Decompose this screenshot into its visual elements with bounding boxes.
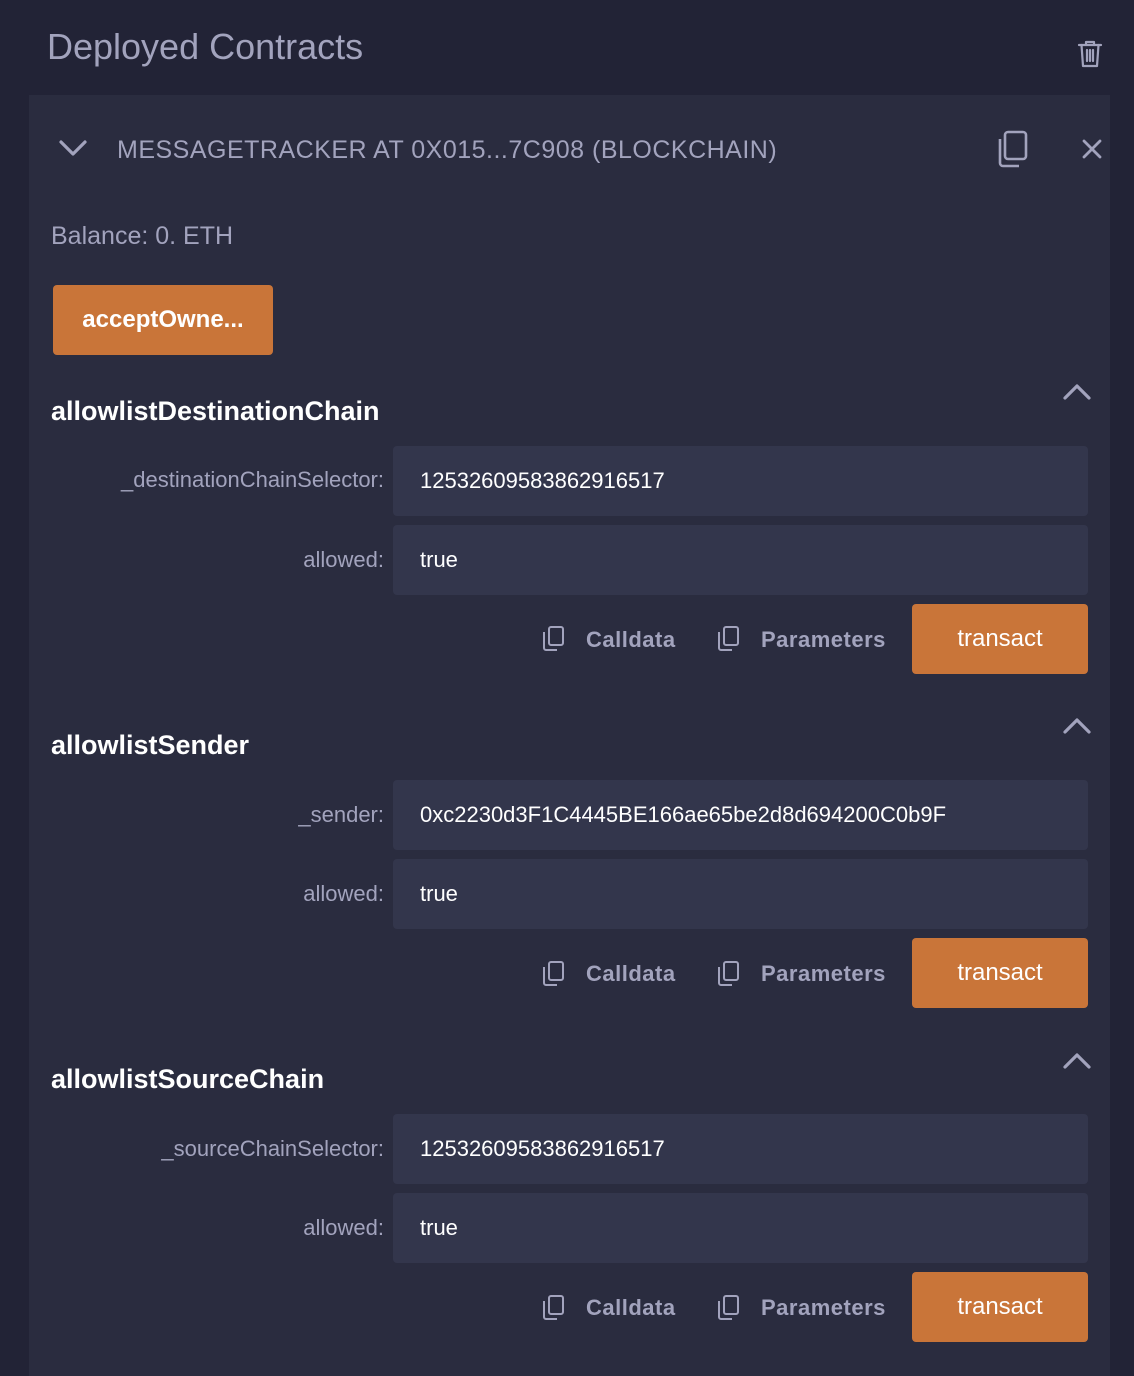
source-chain-selector-input[interactable]: 12532609583862916517 bbox=[393, 1114, 1088, 1184]
allowed-input[interactable]: true bbox=[393, 525, 1088, 595]
param-label: allowed: bbox=[303, 547, 384, 572]
close-icon[interactable] bbox=[1080, 137, 1104, 161]
contract-title[interactable]: MESSAGETRACKER AT 0X015...7C908 (BLOCKCH… bbox=[117, 134, 777, 166]
copy-address-icon[interactable] bbox=[994, 129, 1030, 169]
section-title: Deployed Contracts bbox=[47, 26, 364, 67]
calldata-button[interactable]: Calldata bbox=[586, 1294, 676, 1322]
param-label: _sourceChainSelector: bbox=[161, 1136, 384, 1161]
parameters-button[interactable]: Parameters bbox=[761, 1294, 886, 1322]
copy-calldata-icon[interactable] bbox=[540, 1294, 566, 1322]
transact-button[interactable]: transact bbox=[912, 938, 1088, 1008]
transact-button[interactable]: transact bbox=[912, 604, 1088, 674]
chevron-up-icon[interactable] bbox=[1060, 1049, 1094, 1073]
allowed-input[interactable]: true bbox=[393, 859, 1088, 929]
param-label: allowed: bbox=[303, 881, 384, 906]
chevron-up-icon[interactable] bbox=[1060, 380, 1094, 404]
destination-chain-selector-input[interactable]: 12532609583862916517 bbox=[393, 446, 1088, 516]
trash-icon[interactable] bbox=[1074, 38, 1106, 70]
function-title-allowlist-destination-chain: allowlistDestinationChain bbox=[51, 396, 380, 426]
param-label: allowed: bbox=[303, 1215, 384, 1240]
deployed-contracts-page: Deployed Contracts MESSAGETRACKER AT 0X0… bbox=[0, 0, 1134, 1376]
accept-ownership-button[interactable]: acceptOwne... bbox=[53, 285, 273, 355]
copy-calldata-icon[interactable] bbox=[540, 960, 566, 988]
copy-parameters-icon[interactable] bbox=[715, 625, 741, 653]
chevron-up-icon[interactable] bbox=[1060, 714, 1094, 738]
function-title-allowlist-sender: allowlistSender bbox=[51, 730, 250, 760]
parameters-button[interactable]: Parameters bbox=[761, 960, 886, 988]
copy-calldata-icon[interactable] bbox=[540, 625, 566, 653]
parameters-button[interactable]: Parameters bbox=[761, 626, 886, 654]
copy-parameters-icon[interactable] bbox=[715, 960, 741, 988]
chevron-down-icon[interactable] bbox=[56, 134, 90, 162]
allowed-input[interactable]: true bbox=[393, 1193, 1088, 1263]
sender-input[interactable]: 0xc2230d3F1C4445BE166ae65be2d8d694200C0b… bbox=[393, 780, 1088, 850]
transact-button[interactable]: transact bbox=[912, 1272, 1088, 1342]
param-label: _sender: bbox=[298, 802, 384, 827]
balance-text: Balance: 0. ETH bbox=[51, 222, 234, 250]
param-label: _destinationChainSelector: bbox=[121, 467, 384, 492]
calldata-button[interactable]: Calldata bbox=[586, 960, 676, 988]
calldata-button[interactable]: Calldata bbox=[586, 626, 676, 654]
copy-parameters-icon[interactable] bbox=[715, 1294, 741, 1322]
function-title-allowlist-source-chain: allowlistSourceChain bbox=[51, 1064, 325, 1094]
